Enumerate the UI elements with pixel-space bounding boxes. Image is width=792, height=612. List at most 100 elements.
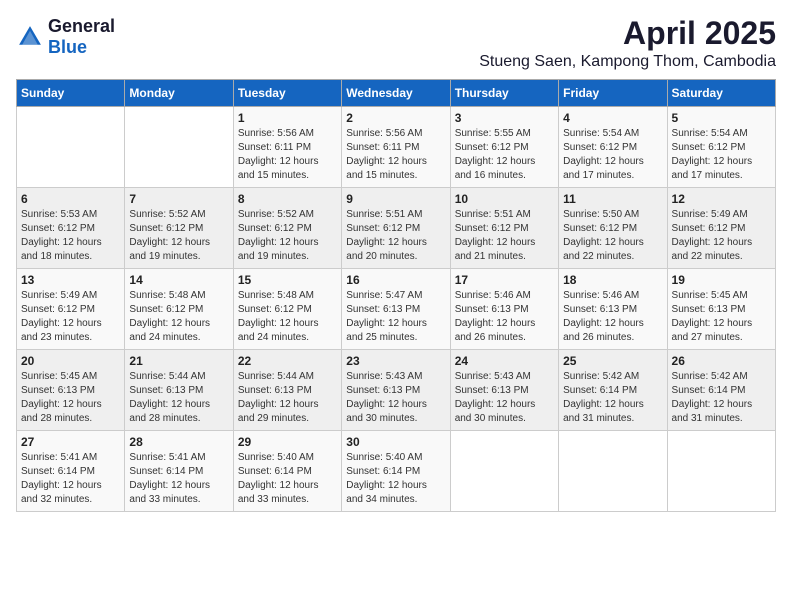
title-block: April 2025 Stueng Saen, Kampong Thom, Ca… (479, 16, 776, 71)
day-number: 12 (672, 192, 771, 206)
day-number: 9 (346, 192, 445, 206)
calendar-cell: 10 Sunrise: 5:51 AMSunset: 6:12 PMDayligh… (450, 188, 558, 269)
day-detail: Sunrise: 5:48 AMSunset: 6:12 PMDaylight:… (238, 289, 337, 345)
calendar-header-row: SundayMondayTuesdayWednesdayThursdayFrid… (17, 80, 776, 107)
day-detail: Sunrise: 5:45 AMSunset: 6:13 PMDaylight:… (672, 289, 771, 345)
calendar-cell: 21Sunrise: 5:44 AMSunset: 6:13 PMDayligh… (125, 350, 233, 431)
day-header-tuesday: Tuesday (233, 80, 341, 107)
day-detail: Sunrise: 5:43 AMSunset: 6:13 PMDaylight:… (346, 370, 445, 426)
day-detail: Sunrise: 5:52 AMSunset: 6:12 PMDaylight:… (238, 208, 337, 264)
logo: General Blue (16, 16, 115, 58)
day-header-thursday: Thursday (450, 80, 558, 107)
day-number: 17 (455, 273, 554, 287)
day-number: 13 (21, 273, 120, 287)
day-detail: Sunrise: 5:43 AMSunset: 6:13 PMDaylight:… (455, 370, 554, 426)
calendar-cell: 20 Sunrise: 5:45 AMSunset: 6:13 PMDayligh… (17, 350, 125, 431)
day-number: 26 (672, 354, 771, 368)
day-detail: Sunrise: 5:48 AMSunset: 6:12 PMDaylight:… (129, 289, 228, 345)
day-detail: Sunrise: 5:46 AMSunset: 6:13 PMDaylight:… (455, 289, 554, 345)
day-detail: Sunrise: 5:50 AMSunset: 6:12 PMDaylight:… (563, 208, 662, 264)
calendar-cell: 11 Sunrise: 5:50 AMSunset: 6:12 PMDayligh… (559, 188, 667, 269)
calendar-cell: 26 Sunrise: 5:42 AMSunset: 6:14 PMDayligh… (667, 350, 775, 431)
day-detail: Sunrise: 5:49 AMSunset: 6:12 PMDaylight:… (21, 289, 120, 345)
day-detail: Sunrise: 5:56 AMSunset: 6:11 PMDaylight:… (238, 127, 337, 183)
day-detail: Sunrise: 5:56 AMSunset: 6:11 PMDaylight:… (346, 127, 445, 183)
day-detail: Sunrise: 5:51 AMSunset: 6:12 PMDaylight:… (455, 208, 554, 264)
day-header-wednesday: Wednesday (342, 80, 450, 107)
day-number: 19 (672, 273, 771, 287)
day-number: 7 (129, 192, 228, 206)
calendar-cell: 25 Sunrise: 5:42 AMSunset: 6:14 PMDayligh… (559, 350, 667, 431)
calendar-cell: 3 Sunrise: 5:55 AMSunset: 6:12 PMDaylight… (450, 107, 558, 188)
day-number: 23 (346, 354, 445, 368)
day-detail: Sunrise: 5:54 AMSunset: 6:12 PMDaylight:… (672, 127, 771, 183)
calendar-cell: 28Sunrise: 5:41 AMSunset: 6:14 PMDayligh… (125, 431, 233, 512)
calendar-cell (559, 431, 667, 512)
calendar-cell: 14 Sunrise: 5:48 AMSunset: 6:12 PMDayligh… (125, 269, 233, 350)
logo-text: General Blue (48, 16, 115, 58)
calendar-cell (450, 431, 558, 512)
day-number: 18 (563, 273, 662, 287)
calendar-title: April 2025 (479, 16, 776, 51)
logo-general: General (48, 16, 115, 36)
calendar-cell: 22 Sunrise: 5:44 AMSunset: 6:13 PMDayligh… (233, 350, 341, 431)
day-detail: Sunrise: 5:47 AMSunset: 6:13 PMDaylight:… (346, 289, 445, 345)
day-detail: Sunrise: 5:53 AMSunset: 6:12 PMDaylight:… (21, 208, 120, 264)
calendar-cell: 29 Sunrise: 5:40 AMSunset: 6:14 PMDayligh… (233, 431, 341, 512)
calendar-table: SundayMondayTuesdayWednesdayThursdayFrid… (16, 79, 776, 512)
logo-blue: Blue (48, 37, 87, 57)
calendar-cell: 9 Sunrise: 5:51 AMSunset: 6:12 PMDaylight… (342, 188, 450, 269)
day-number: 24 (455, 354, 554, 368)
day-detail: Sunrise: 5:40 AMSunset: 6:14 PMDaylight:… (238, 451, 337, 507)
calendar-cell: 5Sunrise: 5:54 AMSunset: 6:12 PMDaylight… (667, 107, 775, 188)
calendar-cell: 30Sunrise: 5:40 AMSunset: 6:14 PMDayligh… (342, 431, 450, 512)
calendar-cell: 23 Sunrise: 5:43 AMSunset: 6:13 PMDayligh… (342, 350, 450, 431)
day-header-sunday: Sunday (17, 80, 125, 107)
calendar-cell: 24 Sunrise: 5:43 AMSunset: 6:13 PMDayligh… (450, 350, 558, 431)
day-header-saturday: Saturday (667, 80, 775, 107)
day-detail: Sunrise: 5:42 AMSunset: 6:14 PMDaylight:… (563, 370, 662, 426)
day-number: 10 (455, 192, 554, 206)
day-number: 14 (129, 273, 228, 287)
day-number: 15 (238, 273, 337, 287)
day-number: 4 (563, 111, 662, 125)
calendar-week-row: 27 Sunrise: 5:41 AMSunset: 6:14 PMDayligh… (17, 431, 776, 512)
day-number: 20 (21, 354, 120, 368)
day-number: 21 (129, 354, 228, 368)
calendar-cell: 1Sunrise: 5:56 AMSunset: 6:11 PMDaylight… (233, 107, 341, 188)
day-number: 22 (238, 354, 337, 368)
page-header: General Blue April 2025 Stueng Saen, Kam… (16, 16, 776, 71)
day-detail: Sunrise: 5:49 AMSunset: 6:12 PMDaylight:… (672, 208, 771, 264)
calendar-cell (17, 107, 125, 188)
day-number: 6 (21, 192, 120, 206)
day-detail: Sunrise: 5:55 AMSunset: 6:12 PMDaylight:… (455, 127, 554, 183)
calendar-cell: 12 Sunrise: 5:49 AMSunset: 6:12 PMDayligh… (667, 188, 775, 269)
day-number: 16 (346, 273, 445, 287)
day-detail: Sunrise: 5:51 AMSunset: 6:12 PMDaylight:… (346, 208, 445, 264)
day-detail: Sunrise: 5:45 AMSunset: 6:13 PMDaylight:… (21, 370, 120, 426)
calendar-week-row: 1Sunrise: 5:56 AMSunset: 6:11 PMDaylight… (17, 107, 776, 188)
day-detail: Sunrise: 5:44 AMSunset: 6:13 PMDaylight:… (238, 370, 337, 426)
day-number: 8 (238, 192, 337, 206)
calendar-cell: 17 Sunrise: 5:46 AMSunset: 6:13 PMDayligh… (450, 269, 558, 350)
day-detail: Sunrise: 5:42 AMSunset: 6:14 PMDaylight:… (672, 370, 771, 426)
day-number: 25 (563, 354, 662, 368)
calendar-cell (125, 107, 233, 188)
day-detail: Sunrise: 5:41 AMSunset: 6:14 PMDaylight:… (129, 451, 228, 507)
logo-icon (16, 23, 44, 51)
calendar-cell: 4 Sunrise: 5:54 AMSunset: 6:12 PMDaylight… (559, 107, 667, 188)
day-header-monday: Monday (125, 80, 233, 107)
day-number: 11 (563, 192, 662, 206)
day-number: 29 (238, 435, 337, 449)
day-number: 3 (455, 111, 554, 125)
day-header-friday: Friday (559, 80, 667, 107)
calendar-cell: 18 Sunrise: 5:46 AMSunset: 6:13 PMDayligh… (559, 269, 667, 350)
calendar-cell (667, 431, 775, 512)
day-number: 27 (21, 435, 120, 449)
day-detail: Sunrise: 5:54 AMSunset: 6:12 PMDaylight:… (563, 127, 662, 183)
calendar-week-row: 13 Sunrise: 5:49 AMSunset: 6:12 PMDayligh… (17, 269, 776, 350)
calendar-cell: 8 Sunrise: 5:52 AMSunset: 6:12 PMDaylight… (233, 188, 341, 269)
day-detail: Sunrise: 5:40 AMSunset: 6:14 PMDaylight:… (346, 451, 445, 507)
day-detail: Sunrise: 5:41 AMSunset: 6:14 PMDaylight:… (21, 451, 120, 507)
day-detail: Sunrise: 5:46 AMSunset: 6:13 PMDaylight:… (563, 289, 662, 345)
